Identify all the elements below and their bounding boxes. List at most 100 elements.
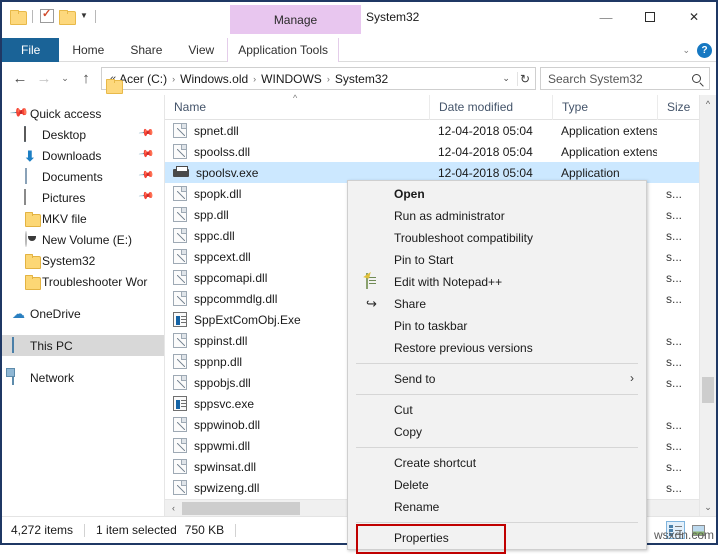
menu-item-properties[interactable]: Properties — [348, 527, 646, 549]
sidebar-item-downloads[interactable]: ⬇ Downloads 📌 — [2, 145, 164, 166]
file-name-label: sppobjs.dll — [194, 376, 251, 390]
column-header-date-modified[interactable]: Date modified — [429, 95, 552, 120]
notepadpp-icon — [366, 274, 382, 290]
contextual-tab-manage[interactable]: Manage — [230, 5, 361, 34]
menu-divider — [356, 363, 638, 364]
file-name-label: sppc.dll — [194, 229, 235, 243]
breadcrumb-item-0[interactable]: Acer (C:) — [119, 72, 167, 86]
properties-icon[interactable] — [40, 9, 54, 23]
table-row[interactable]: spoolss.dll12-04-2018 05:04Application e… — [165, 141, 716, 162]
file-name-label: spopk.dll — [194, 187, 241, 201]
share-icon: ↪ — [366, 296, 382, 312]
folder-icon — [24, 211, 40, 227]
new-folder-icon[interactable] — [59, 10, 74, 23]
folder-icon — [24, 253, 40, 269]
file-name-label: sppsvc.exe — [194, 397, 254, 411]
chevron-right-icon: › — [630, 371, 634, 385]
chevron-down-icon[interactable]: ⌄ — [682, 45, 690, 56]
vscroll-up-icon[interactable]: ^ — [700, 95, 716, 112]
folder-icon[interactable] — [10, 10, 25, 23]
menu-item-run-as-administrator[interactable]: Run as administrator — [348, 205, 646, 227]
sidebar-item-mkv-file[interactable]: MKV file — [2, 208, 164, 229]
file-name-label: spp.dll — [194, 208, 229, 222]
tab-share[interactable]: Share — [117, 38, 175, 62]
sidebar-item-quick-access[interactable]: 📌 Quick access — [2, 103, 164, 124]
breadcrumb-item-2[interactable]: WINDOWS — [261, 72, 322, 86]
sidebar-item-pictures[interactable]: Pictures 📌 — [2, 187, 164, 208]
recent-locations-button[interactable]: ⌄ — [56, 67, 74, 91]
menu-item-copy[interactable]: Copy — [348, 421, 646, 443]
close-button[interactable]: ✕ — [672, 2, 716, 32]
file-name-cell[interactable]: spoolss.dll — [165, 144, 429, 159]
sidebar-item-new-volume-e[interactable]: New Volume (E:) — [2, 229, 164, 250]
menu-item-send-to[interactable]: Send to› — [348, 368, 646, 390]
vscroll-down-icon[interactable]: ⌄ — [700, 499, 716, 516]
menu-item-create-shortcut[interactable]: Create shortcut — [348, 452, 646, 474]
back-button[interactable]: ← — [8, 67, 32, 91]
documents-icon — [24, 169, 40, 185]
menu-item-delete[interactable]: Delete — [348, 474, 646, 496]
tab-file[interactable]: File — [2, 38, 59, 62]
file-name-cell[interactable]: spnet.dll — [165, 123, 429, 138]
tab-application-tools[interactable]: Application Tools — [227, 38, 339, 62]
sidebar-item-label: Network — [30, 371, 74, 385]
file-name-cell[interactable]: spoolsv.exe — [165, 166, 429, 180]
search-icon[interactable] — [692, 74, 701, 83]
menu-item-open[interactable]: Open — [348, 183, 646, 205]
menu-item-restore-previous-versions[interactable]: Restore previous versions — [348, 337, 646, 359]
breadcrumb-item-3[interactable]: System32 — [335, 72, 388, 86]
sidebar-item-onedrive[interactable]: ☁ OneDrive — [2, 303, 164, 324]
tab-home[interactable]: Home — [59, 38, 117, 62]
help-icon[interactable]: ? — [697, 43, 712, 58]
disk-icon — [24, 232, 40, 248]
file-name-label: spwinsat.dll — [194, 460, 256, 474]
up-button[interactable]: ↑ — [74, 67, 98, 91]
title-bar: ▼ Manage System32 — ✕ — [2, 2, 716, 38]
vscroll-thumb[interactable] — [702, 377, 714, 403]
hscroll-left-icon[interactable]: ‹ — [165, 503, 182, 513]
menu-item-label: Pin to taskbar — [394, 319, 467, 333]
sidebar-item-troubleshooter[interactable]: Troubleshooter Wor — [2, 271, 164, 292]
customize-caret-icon[interactable]: ▼ — [79, 12, 88, 20]
vertical-scrollbar[interactable]: ^ ⌄ — [699, 95, 716, 516]
menu-item-share[interactable]: ↪Share — [348, 293, 646, 315]
dll-file-icon — [173, 228, 187, 243]
window-title: System32 — [366, 10, 419, 24]
sidebar-item-network[interactable]: Network — [2, 367, 164, 388]
dll-file-icon — [173, 186, 187, 201]
notepadpp-icon — [366, 273, 368, 289]
refresh-icon[interactable]: ↻ — [517, 72, 535, 86]
pictures-icon — [24, 190, 40, 206]
address-dropdown-icon[interactable]: ⌄ — [495, 73, 517, 84]
menu-item-cut[interactable]: Cut — [348, 399, 646, 421]
sidebar-item-this-pc[interactable]: This PC — [2, 335, 164, 356]
breadcrumb: « Acer (C:) › Windows.old › WINDOWS › Sy… — [110, 72, 495, 86]
sidebar-item-desktop[interactable]: Desktop 📌 — [2, 124, 164, 145]
menu-item-rename[interactable]: Rename — [348, 496, 646, 518]
menu-item-pin-to-start[interactable]: Pin to Start — [348, 249, 646, 271]
forward-button[interactable]: → — [32, 67, 56, 91]
sidebar-item-system32[interactable]: System32 — [2, 250, 164, 271]
column-header-type[interactable]: Type — [552, 95, 657, 120]
breadcrumb-item-1[interactable]: Windows.old — [180, 72, 248, 86]
tab-view[interactable]: View — [175, 38, 227, 62]
shield-icon — [366, 208, 382, 224]
maximize-button[interactable] — [628, 2, 672, 32]
item-count-label: 4,272 items — [11, 523, 73, 537]
menu-item-pin-to-taskbar[interactable]: Pin to taskbar — [348, 315, 646, 337]
dll-file-icon — [173, 249, 187, 264]
minimize-button[interactable]: — — [584, 2, 628, 32]
type-cell: Application — [552, 166, 657, 180]
menu-item-troubleshoot-compatibility[interactable]: Troubleshoot compatibility — [348, 227, 646, 249]
dll-file-icon — [173, 291, 187, 306]
search-input[interactable]: Search System32 — [540, 67, 710, 90]
menu-item-edit-with-notepad[interactable]: Edit with Notepad++ — [348, 271, 646, 293]
sidebar-item-documents[interactable]: Documents 📌 — [2, 166, 164, 187]
share-icon: ↪ — [366, 296, 382, 311]
file-name-label: sppcommdlg.dll — [194, 292, 277, 306]
hscroll-thumb[interactable] — [182, 502, 300, 515]
menu-item-label: Open — [394, 187, 425, 201]
selection-size-label: 750 KB — [185, 523, 224, 537]
address-bar[interactable]: « Acer (C:) › Windows.old › WINDOWS › Sy… — [101, 67, 536, 90]
table-row[interactable]: spnet.dll12-04-2018 05:04Application ext… — [165, 120, 716, 141]
